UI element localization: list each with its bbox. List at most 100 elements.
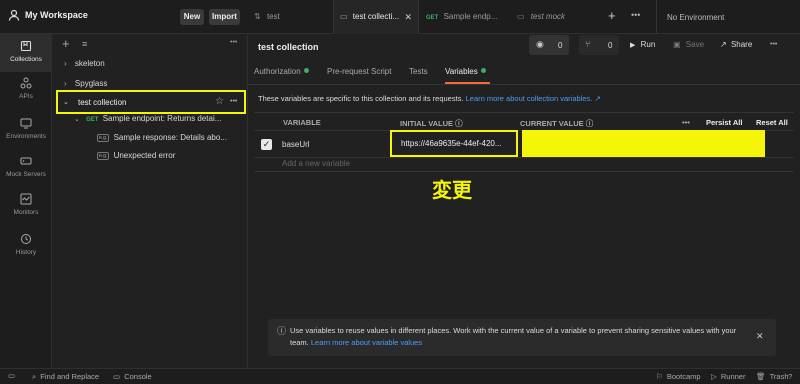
sidebar-more-icon[interactable]: ••• bbox=[230, 39, 237, 46]
watch-button[interactable]: ◉ 0 bbox=[529, 35, 569, 55]
variable-name-cell[interactable]: baseUrl bbox=[282, 140, 310, 149]
current-value-cell[interactable] bbox=[522, 130, 765, 158]
close-icon[interactable]: ✕ bbox=[756, 331, 764, 342]
workspace-title[interactable]: My Workspace bbox=[25, 10, 88, 20]
chevron-right-icon: › bbox=[64, 59, 67, 68]
persist-all-button[interactable]: Persist All bbox=[706, 118, 742, 127]
console-icon: ▭ bbox=[113, 372, 121, 381]
mock-servers-icon bbox=[20, 157, 32, 165]
add-variable-input[interactable]: Add a new variable bbox=[282, 159, 350, 168]
new-button[interactable]: New bbox=[180, 9, 204, 25]
tab-tests[interactable]: Tests bbox=[409, 67, 428, 76]
fork-icon: ⑂ bbox=[585, 39, 591, 49]
run-button[interactable]: ▶ Run bbox=[630, 40, 655, 49]
top-bar: My Workspace New Import ⇅ test ▭ test co… bbox=[0, 0, 800, 34]
tab-pre-request-script[interactable]: Pre-request Script bbox=[327, 67, 391, 76]
variables-info: These variables are specific to this col… bbox=[258, 94, 601, 103]
collections-sidebar: + ≡ ••• › skeleton › Spyglass ⌄ test col… bbox=[52, 34, 248, 368]
left-nav: Collections APIs Environments Mock Serve… bbox=[0, 34, 52, 368]
chevron-down-icon: ⌄ bbox=[74, 116, 80, 123]
annotation-text: 変更 bbox=[432, 180, 472, 202]
trash-icon: 🗑 bbox=[756, 372, 766, 381]
runner-icon: ▷ bbox=[711, 372, 717, 381]
nav-history[interactable]: History bbox=[0, 228, 52, 266]
search-icon: ⌕ bbox=[32, 372, 37, 381]
tab-variables[interactable]: Variables bbox=[445, 67, 486, 76]
collections-icon bbox=[20, 40, 32, 52]
example-badge: e.g. bbox=[97, 152, 110, 160]
tab-authorization[interactable]: Authorization bbox=[254, 67, 309, 76]
table-more-icon[interactable]: ••• bbox=[682, 118, 690, 127]
user-icon bbox=[8, 9, 20, 21]
environment-selector[interactable]: No Environment bbox=[656, 0, 800, 34]
console-button[interactable]: ▭ Console bbox=[113, 372, 152, 381]
info-icon: ⓘ bbox=[455, 119, 463, 128]
runner-button[interactable]: ▷ Runner bbox=[711, 372, 745, 381]
tree-item-test-collection[interactable]: ⌄ test collection ☆ ••• bbox=[56, 90, 246, 114]
table-top-border bbox=[254, 112, 794, 113]
nav-collections[interactable]: Collections bbox=[0, 34, 52, 72]
tab-test-mock[interactable]: ▭ test mock bbox=[509, 0, 597, 34]
collection-more-icon[interactable]: ••• bbox=[770, 41, 777, 48]
tree-item-spyglass[interactable]: › Spyglass bbox=[64, 79, 107, 88]
bootcamp-button[interactable]: ⚐ Bootcamp bbox=[656, 372, 701, 381]
more-tabs-icon[interactable]: ••• bbox=[631, 10, 640, 20]
help-icon[interactable]: ? bbox=[788, 372, 792, 381]
share-button[interactable]: ↗ Share bbox=[720, 40, 752, 49]
row-border bbox=[254, 157, 794, 158]
chevron-down-icon: ⌄ bbox=[63, 99, 69, 106]
sidebar-toggle-icon[interactable]: ▭ bbox=[8, 371, 15, 380]
add-collection-icon[interactable]: + bbox=[62, 36, 70, 51]
fork-button[interactable]: ⑂ 0 bbox=[579, 35, 619, 55]
import-button[interactable]: Import bbox=[209, 9, 240, 25]
learn-more-link[interactable]: Learn more about collection variables. ↗ bbox=[466, 94, 601, 103]
tree-item-sample-endpoint[interactable]: ⌄ GET Sample endpoint: Returns detai... bbox=[74, 114, 246, 123]
monitors-icon bbox=[20, 193, 32, 205]
bootcamp-icon: ⚐ bbox=[656, 372, 663, 381]
variable-values-link[interactable]: Learn more about variable values bbox=[311, 338, 422, 347]
new-tab-icon[interactable]: + bbox=[608, 8, 616, 23]
info-icon: ⓘ bbox=[277, 326, 287, 336]
filter-icon[interactable]: ≡ bbox=[82, 39, 87, 49]
request-tab-icon: ⇅ bbox=[254, 12, 261, 21]
tab-test-collection[interactable]: ▭ test collecti... ✕ bbox=[333, 0, 419, 34]
mock-icon: ▭ bbox=[517, 12, 525, 21]
nav-environments[interactable]: Environments bbox=[0, 112, 52, 150]
row-checkbox[interactable]: ✓ bbox=[261, 139, 272, 150]
example-badge: e.g. bbox=[97, 134, 110, 142]
close-tab-icon[interactable]: ✕ bbox=[404, 0, 412, 34]
tree-item-sample-response[interactable]: e.g. Sample response: Details abo... bbox=[97, 133, 247, 142]
item-more-icon[interactable]: ••• bbox=[230, 98, 237, 105]
nav-mock-servers[interactable]: Mock Servers bbox=[0, 150, 52, 188]
status-bar: ▭ ⌕ Find and Replace ▭ Console ⚐ Bootcam… bbox=[0, 368, 800, 384]
tab-test[interactable]: ⇅ test bbox=[248, 0, 332, 34]
eye-icon: ◉ bbox=[536, 39, 544, 49]
initial-value-cell[interactable]: https://46a9635e-44ef-420... bbox=[390, 130, 518, 157]
col-header-current: CURRENT VALUE ⓘ bbox=[520, 119, 594, 128]
find-replace-button[interactable]: ⌕ Find and Replace bbox=[32, 372, 99, 382]
collection-title: test collection bbox=[258, 42, 319, 52]
share-icon: ↗ bbox=[720, 40, 727, 49]
divider bbox=[248, 84, 800, 85]
nav-apis[interactable]: APIs bbox=[0, 72, 52, 110]
play-icon: ▶ bbox=[630, 42, 636, 49]
apis-icon bbox=[20, 77, 32, 89]
tab-sample-endpoint[interactable]: GET Sample endp... bbox=[420, 0, 508, 34]
nav-monitors[interactable]: Monitors bbox=[0, 188, 52, 226]
environments-icon bbox=[20, 118, 32, 129]
save-button[interactable]: ▣ Save bbox=[673, 40, 704, 49]
tree-item-unexpected-error[interactable]: e.g. Unexpected error bbox=[97, 151, 247, 160]
history-icon bbox=[21, 234, 31, 244]
tree-item-skeleton[interactable]: › skeleton bbox=[64, 59, 105, 68]
info-banner: ⓘ Use variables to reuse values in diffe… bbox=[268, 319, 776, 356]
col-header-variable: VARIABLE bbox=[283, 118, 321, 127]
trash-button[interactable]: 🗑 Trash bbox=[756, 372, 789, 381]
status-dot bbox=[303, 68, 309, 73]
info-icon: ⓘ bbox=[585, 119, 594, 128]
reset-all-button[interactable]: Reset All bbox=[756, 118, 788, 127]
save-icon: ▣ bbox=[673, 40, 681, 49]
star-icon[interactable]: ☆ bbox=[215, 96, 224, 107]
col-header-initial: INITIAL VALUE ⓘ bbox=[400, 119, 463, 128]
row-border bbox=[254, 171, 794, 172]
collection-tab-icon: ▭ bbox=[340, 12, 348, 21]
